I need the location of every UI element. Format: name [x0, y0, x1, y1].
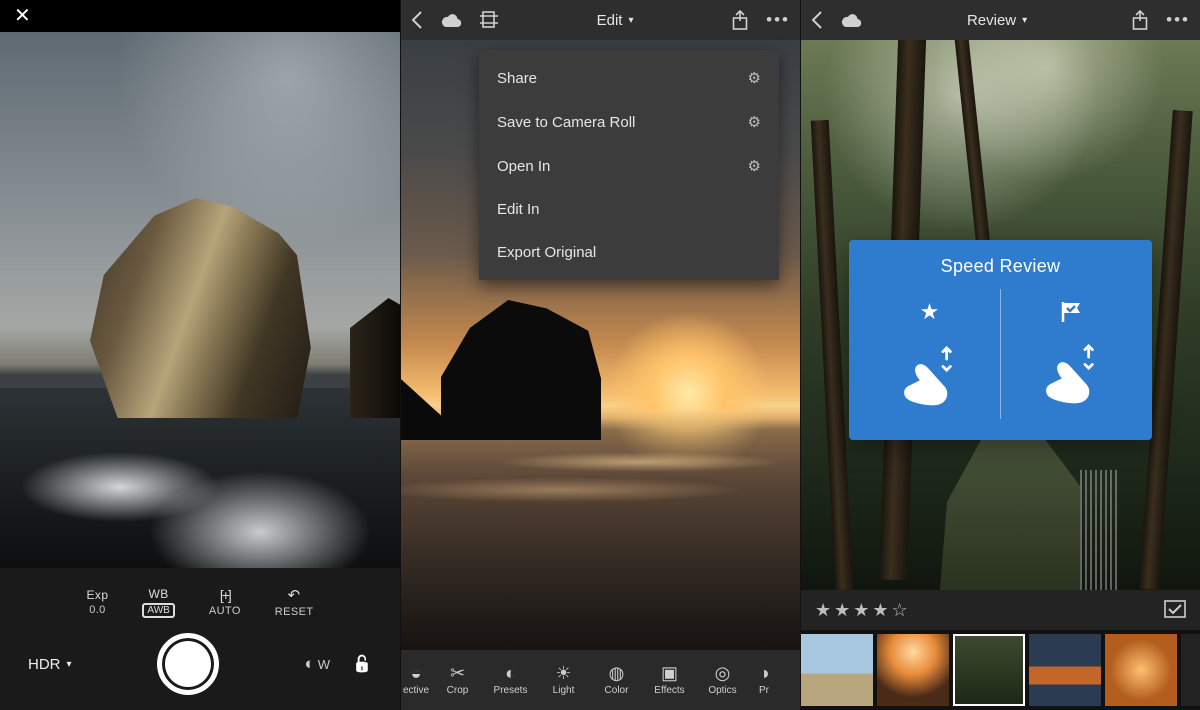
close-icon[interactable]: ✕ [14, 6, 31, 26]
lens-toggle-button[interactable]: W [305, 654, 331, 674]
edit-tool-color[interactable]: ◍Color [590, 664, 643, 696]
camera-topbar: ✕ [0, 0, 400, 32]
thumbnail[interactable] [877, 634, 949, 706]
auto-expose-button[interactable]: [+] AUTO [209, 587, 241, 617]
swipe-hand-icon [893, 335, 967, 409]
exposure-button[interactable]: Exp 0.0 [87, 588, 109, 616]
gear-icon[interactable]: ⚙ [748, 113, 761, 131]
menu-item-label: Save to Camera Roll [497, 114, 635, 131]
speed-review-title: Speed Review [941, 256, 1061, 277]
star-rating[interactable]: ★★★★☆ [815, 600, 911, 621]
swipe-hand-icon [1035, 333, 1109, 407]
review-topbar: Review▾ ••• [801, 0, 1200, 40]
edit-topbar: Edit▾ ••• [401, 0, 800, 40]
ective-icon: ◒ [411, 664, 422, 682]
thumbnail[interactable] [1029, 634, 1101, 706]
chevron-down-icon: ▾ [1022, 15, 1027, 26]
thumbnail[interactable] [801, 634, 873, 706]
undo-icon: ↶ [275, 586, 314, 604]
gear-icon[interactable]: ⚙ [748, 69, 761, 87]
lock-icon[interactable] [352, 654, 372, 674]
bracket-icon: [+] [209, 587, 241, 603]
pr-icon: ◑ [759, 664, 770, 682]
flag-check-icon [1060, 301, 1084, 323]
share-menu: Share ⚙ Save to Camera Roll ⚙ Open In ⚙ Edit I… [479, 50, 779, 280]
camera-viewfinder [0, 32, 400, 568]
cloud-icon[interactable] [840, 13, 862, 28]
optics-icon: ◎ [715, 664, 731, 682]
menu-item-label: Export Original [497, 244, 596, 261]
mode-dropdown[interactable]: Review▾ [967, 12, 1027, 29]
more-icon[interactable]: ••• [1166, 10, 1190, 30]
flag-toggle-icon[interactable] [1164, 600, 1186, 620]
edit-tool-presets[interactable]: ◐Presets [484, 664, 537, 696]
edit-tool-light[interactable]: ☀Light [537, 664, 590, 696]
edit-screen: Edit▾ ••• Share⚙Save to Camera Roll⚙Open… [400, 0, 800, 710]
edit-tool-ective[interactable]: ◒ective [401, 664, 431, 696]
share-menu-item[interactable]: Save to Camera Roll ⚙ [479, 100, 779, 144]
thumbnail-selected[interactable] [953, 634, 1025, 706]
edit-toolbar: ◒ective✂Crop◐Presets☀Light◍Color▣Effects… [401, 650, 800, 710]
thumbnail[interactable] [1105, 634, 1177, 706]
filmstrip[interactable] [801, 630, 1200, 710]
edit-tool-optics[interactable]: ◎Optics [696, 664, 749, 696]
cloud-icon[interactable] [440, 13, 462, 28]
more-icon[interactable]: ••• [766, 10, 790, 30]
camera-screen: ✕ Exp 0.0 WB AWB [+] AUTO ↶ RESET [0, 0, 400, 710]
hdr-mode-button[interactable]: HDR ▾ [28, 656, 72, 673]
crop-icon: ✂ [450, 664, 465, 682]
shutter-button[interactable] [157, 633, 219, 695]
back-icon[interactable] [811, 11, 822, 29]
edit-tool-pr[interactable]: ◑Pr [749, 664, 779, 696]
menu-item-label: Edit In [497, 201, 540, 218]
share-icon[interactable] [1132, 10, 1148, 30]
awb-badge: AWB [142, 603, 174, 618]
color-icon: ◍ [609, 664, 625, 682]
reset-button[interactable]: ↶ RESET [275, 586, 314, 618]
share-menu-item[interactable]: Share ⚙ [479, 56, 779, 100]
camera-controls: Exp 0.0 WB AWB [+] AUTO ↶ RESET HDR ▾ [0, 568, 400, 710]
white-balance-button[interactable]: WB AWB [142, 587, 174, 618]
review-screen: Review▾ ••• Speed Review ★ [800, 0, 1200, 710]
mode-dropdown[interactable]: Edit▾ [597, 12, 634, 29]
thumbnail[interactable] [1181, 634, 1200, 706]
chevron-down-icon: ▾ [67, 659, 72, 670]
gear-icon[interactable]: ⚙ [748, 157, 761, 175]
speed-review-card: Speed Review ★ [849, 240, 1152, 440]
back-icon[interactable] [411, 11, 422, 29]
share-menu-item[interactable]: Export Original [479, 231, 779, 274]
speed-review-flag-gesture [1001, 301, 1142, 407]
crop-overlay-icon[interactable] [480, 11, 498, 29]
edit-tool-effects[interactable]: ▣Effects [643, 664, 696, 696]
review-photo: Speed Review ★ [801, 40, 1200, 590]
presets-icon: ◐ [505, 664, 516, 682]
menu-item-label: Share [497, 70, 537, 87]
share-menu-item[interactable]: Edit In [479, 188, 779, 231]
share-icon[interactable] [732, 10, 748, 30]
light-icon: ☀ [555, 664, 571, 682]
chevron-down-icon: ▾ [628, 15, 633, 26]
star-icon: ★ [920, 299, 940, 325]
speed-review-rate-gesture: ★ [859, 299, 1000, 409]
rating-bar: ★★★★☆ [801, 590, 1200, 630]
share-menu-item[interactable]: Open In ⚙ [479, 144, 779, 188]
edit-tool-crop[interactable]: ✂Crop [431, 664, 484, 696]
effects-icon: ▣ [661, 664, 678, 682]
menu-item-label: Open In [497, 158, 550, 175]
